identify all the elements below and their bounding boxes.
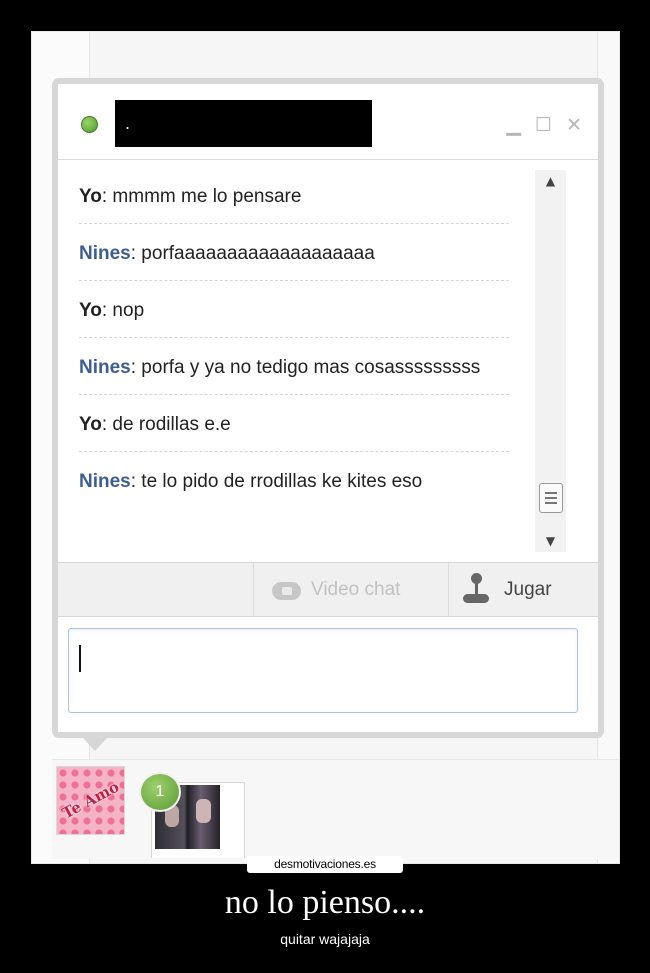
poster-subtitle: quitar wajajaja — [280, 931, 370, 947]
chat-header: . ▁ ☐ ✕ — [58, 84, 598, 160]
message-text: : mmmm me lo pensare — [101, 186, 302, 207]
video-camera-icon — [272, 578, 301, 602]
message-item: Nines: porfaaaaaaaaaaaaaaaaaaa — [79, 224, 509, 281]
window-controls: ▁ ☐ ✕ — [506, 116, 582, 135]
site-watermark: desmotivaciones.es — [247, 856, 403, 873]
play-game-label: Jugar — [504, 578, 552, 600]
message-sender: Nines — [79, 471, 131, 492]
message-item: Yo: nop — [79, 281, 509, 338]
chat-tab-teamo[interactable]: Te Amo — [56, 766, 125, 835]
message-text: : te lo pido de rrodillas ke kites eso — [130, 471, 423, 492]
message-input[interactable] — [68, 628, 578, 713]
minimize-icon[interactable]: ▁ — [506, 116, 521, 135]
message-sender: Yo — [79, 186, 102, 207]
online-status-icon — [81, 116, 98, 133]
message-text: : porfaaaaaaaaaaaaaaaaaaa — [130, 243, 375, 264]
teamo-avatar-text: Te Amo — [58, 777, 122, 823]
message-list: Yo: mmmm me lo pensare Nines: porfaaaaaa… — [58, 167, 533, 559]
close-icon[interactable]: ✕ — [566, 116, 582, 135]
message-sender: Nines — [79, 357, 131, 378]
video-chat-label: Video chat — [311, 578, 401, 600]
message-sender: Yo — [79, 414, 102, 435]
message-sender: Yo — [79, 300, 102, 321]
message-text: : porfa y ya no tedigo mas cosasssssssss — [130, 357, 481, 378]
maximize-icon[interactable]: ☐ — [535, 116, 552, 135]
message-item: Yo: de rodillas e.e — [79, 395, 509, 452]
chat-window: . ▁ ☐ ✕ Yo: mmmm me lo pensare Nines: po… — [52, 78, 604, 738]
joystick-icon — [462, 572, 490, 607]
message-scrollbar[interactable]: ▲ ▼ — [535, 170, 566, 552]
chat-tab-tray: Te Amo 1 — [52, 759, 619, 859]
window-pointer — [83, 738, 107, 751]
message-sender: Nines — [79, 243, 131, 264]
screenshot-frame: . ▁ ☐ ✕ Yo: mmmm me lo pensare Nines: po… — [31, 31, 620, 864]
scroll-down-arrow-icon[interactable]: ▼ — [535, 534, 566, 548]
action-bar: Video chat Jugar — [58, 562, 598, 617]
message-item: Nines: te lo pido de rrodillas ke kites … — [79, 452, 509, 508]
poster-title: no lo pienso.... — [224, 884, 426, 921]
video-chat-button[interactable]: Video chat — [253, 563, 449, 616]
scroll-thumb[interactable] — [539, 483, 563, 513]
unread-count-badge: 1 — [139, 772, 181, 812]
message-text: : de rodillas e.e — [101, 414, 231, 435]
contact-name[interactable]: . — [115, 100, 372, 147]
text-caret — [79, 645, 81, 672]
message-text: : nop — [101, 300, 145, 321]
play-game-button[interactable]: Jugar — [462, 563, 552, 616]
scroll-up-arrow-icon[interactable]: ▲ — [535, 174, 566, 188]
message-item: Yo: mmmm me lo pensare — [79, 167, 509, 224]
message-item: Nines: porfa y ya no tedigo mas cosassss… — [79, 338, 509, 395]
